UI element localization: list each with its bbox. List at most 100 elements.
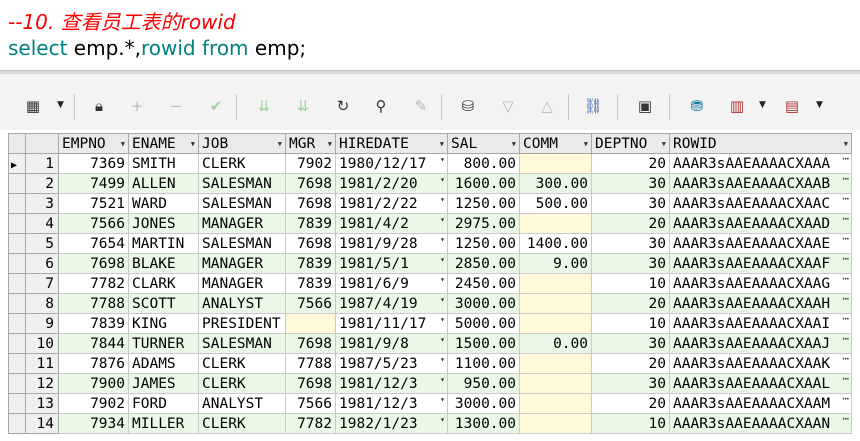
cell-empno[interactable]: 7654 — [58, 233, 129, 254]
cell-hiredate[interactable]: 1981/2/20 ▾ — [335, 173, 448, 194]
row-indicator[interactable] — [8, 373, 26, 394]
cell-hiredate[interactable]: 1980/12/17 ▾ — [335, 153, 448, 174]
find-icon[interactable]: ⚲ — [368, 92, 394, 120]
cell-empno[interactable]: 7782 — [58, 273, 129, 294]
cell-rowid[interactable]: AAAR3sAAEAAAACXAAE ⋯ — [669, 233, 852, 254]
cell-rowid[interactable]: AAAR3sAAEAAAACXAAD ⋯ — [669, 213, 852, 234]
cell-mgr[interactable]: 7698 — [285, 233, 336, 254]
cell-hiredate[interactable]: 1981/12/3 ▾ — [335, 393, 448, 414]
date-dropdown-icon[interactable]: ▾ — [440, 195, 445, 204]
table-row[interactable]: 11 7876 ADAMS CLERK 7788 1987/5/23 ▾ 1100.00 20 A… — [8, 353, 852, 374]
chevron-down-icon[interactable]: ▼ — [759, 100, 766, 110]
sql-editor[interactable]: --10. 查看员工表的rowid select emp.*,rowid fro… — [0, 0, 860, 72]
cell-job[interactable]: ANALYST — [198, 393, 286, 414]
table-row[interactable]: 2 7499 ALLEN SALESMAN 7698 1981/2/20 ▾ 1600.00 3… — [8, 173, 852, 194]
cell-job[interactable]: CLERK — [198, 373, 286, 394]
cell-comm[interactable] — [519, 153, 592, 174]
cell-hiredate[interactable]: 1987/5/23 ▾ — [335, 353, 448, 374]
cell-empno[interactable]: 7566 — [58, 213, 129, 234]
cell-comm[interactable] — [519, 273, 592, 294]
table-row[interactable]: 3 7521 WARD SALESMAN 7698 1981/2/22 ▾ 1250.00 50… — [8, 193, 852, 214]
cell-hiredate[interactable]: 1981/6/9 ▾ — [335, 273, 448, 294]
cell-empno[interactable]: 7698 — [58, 253, 129, 274]
cell-comm[interactable]: 300.00 — [519, 173, 592, 194]
cell-sal[interactable]: 5000.00 — [447, 313, 520, 334]
cell-comm[interactable] — [519, 393, 592, 414]
cell-rowid[interactable]: AAAR3sAAEAAAACXAAN ⋯ — [669, 413, 852, 434]
cell-ename[interactable]: SCOTT — [128, 293, 199, 314]
cell-comm[interactable]: 9.00 — [519, 253, 592, 274]
cell-comm[interactable] — [519, 213, 592, 234]
row-indicator[interactable]: ▶ — [8, 153, 26, 174]
ellipsis-icon[interactable]: ⋯ — [842, 195, 849, 206]
ellipsis-icon[interactable]: ⋯ — [842, 255, 849, 266]
cell-sal[interactable]: 1250.00 — [447, 233, 520, 254]
cell-comm[interactable] — [519, 373, 592, 394]
row-indicator[interactable] — [8, 173, 26, 194]
column-header-deptno[interactable]: DEPTNO ▼ — [591, 133, 670, 154]
date-dropdown-icon[interactable]: ▾ — [440, 235, 445, 244]
date-dropdown-icon[interactable]: ▾ — [440, 335, 445, 344]
cell-deptno[interactable]: 30 — [591, 193, 670, 214]
cell-deptno[interactable]: 10 — [591, 273, 670, 294]
cell-rowid[interactable]: AAAR3sAAEAAAACXAAL ⋯ — [669, 373, 852, 394]
row-indicator[interactable] — [8, 193, 26, 214]
table-row[interactable]: ▶ 1 7369 SMITH CLERK 7902 1980/12/17 ▾ 800.00 20 A… — [8, 153, 852, 174]
cell-hiredate[interactable]: 1981/9/28 ▾ — [335, 233, 448, 254]
cell-job[interactable]: MANAGER — [198, 273, 286, 294]
export-icon[interactable]: ⛃ — [684, 92, 710, 120]
date-dropdown-icon[interactable]: ▾ — [440, 215, 445, 224]
ellipsis-icon[interactable]: ⋯ — [842, 295, 849, 306]
cell-empno[interactable]: 7499 — [58, 173, 129, 194]
remove-icon[interactable]: − — [163, 92, 189, 120]
row-indicator[interactable] — [8, 293, 26, 314]
cell-deptno[interactable]: 30 — [591, 333, 670, 354]
column-header-ename[interactable]: ENAME ▼ — [128, 133, 199, 154]
ellipsis-icon[interactable]: ⋯ — [842, 395, 849, 406]
cell-ename[interactable]: FORD — [128, 393, 199, 414]
lock-icon[interactable]: 🔒︎ — [86, 92, 112, 120]
cell-mgr[interactable]: 7782 — [285, 413, 336, 434]
cell-empno[interactable]: 7934 — [58, 413, 129, 434]
cell-ename[interactable]: JONES — [128, 213, 199, 234]
cell-deptno[interactable]: 20 — [591, 153, 670, 174]
ellipsis-icon[interactable]: ⋯ — [842, 335, 849, 346]
ellipsis-icon[interactable]: ⋯ — [842, 315, 849, 326]
cell-mgr[interactable]: 7566 — [285, 393, 336, 414]
cell-hiredate[interactable]: 1981/12/3 ▾ — [335, 373, 448, 394]
cell-deptno[interactable]: 10 — [591, 313, 670, 334]
cell-job[interactable]: CLERK — [198, 353, 286, 374]
row-indicator[interactable] — [8, 313, 26, 334]
cell-comm[interactable]: 500.00 — [519, 193, 592, 214]
cell-rowid[interactable]: AAAR3sAAEAAAACXAAJ ⋯ — [669, 333, 852, 354]
check-icon[interactable]: ✔ — [203, 92, 229, 120]
cell-rowid[interactable]: AAAR3sAAEAAAACXAAM ⋯ — [669, 393, 852, 414]
cell-hiredate[interactable]: 1981/2/22 ▾ — [335, 193, 448, 214]
cell-empno[interactable]: 7876 — [58, 353, 129, 374]
cell-deptno[interactable]: 30 — [591, 233, 670, 254]
cell-deptno[interactable]: 30 — [591, 253, 670, 274]
cell-empno[interactable]: 7839 — [58, 313, 129, 334]
row-indicator[interactable] — [8, 353, 26, 374]
table-row[interactable]: 9 7839 KING PRESIDENT 1981/11/17 ▾ 5000.00 10 AA… — [8, 313, 852, 334]
cell-deptno[interactable]: 10 — [591, 413, 670, 434]
row-indicator[interactable] — [8, 213, 26, 234]
cell-mgr[interactable]: 7839 — [285, 213, 336, 234]
cell-ename[interactable]: BLAKE — [128, 253, 199, 274]
cell-hiredate[interactable]: 1981/11/17 ▾ — [335, 313, 448, 334]
cell-hiredate[interactable]: 1981/4/2 ▾ — [335, 213, 448, 234]
cell-ename[interactable]: JAMES — [128, 373, 199, 394]
cell-sal[interactable]: 1500.00 — [447, 333, 520, 354]
cell-comm[interactable] — [519, 353, 592, 374]
ellipsis-icon[interactable]: ⋯ — [842, 355, 849, 366]
row-indicator[interactable] — [8, 253, 26, 274]
date-dropdown-icon[interactable]: ▾ — [440, 175, 445, 184]
date-dropdown-icon[interactable]: ▾ — [440, 315, 445, 324]
table-row[interactable]: 12 7900 JAMES CLERK 7698 1981/12/3 ▾ 950.00 30 AA… — [8, 373, 852, 394]
cell-deptno[interactable]: 20 — [591, 293, 670, 314]
table-row[interactable]: 5 7654 MARTIN SALESMAN 7698 1981/9/28 ▾ 1250.00… — [8, 233, 852, 254]
table-row[interactable]: 8 7788 SCOTT ANALYST 7566 1987/4/19 ▾ 3000.00 20… — [8, 293, 852, 314]
cell-job[interactable]: PRESIDENT — [198, 313, 286, 334]
cell-mgr[interactable]: 7839 — [285, 253, 336, 274]
cell-deptno[interactable]: 30 — [591, 373, 670, 394]
